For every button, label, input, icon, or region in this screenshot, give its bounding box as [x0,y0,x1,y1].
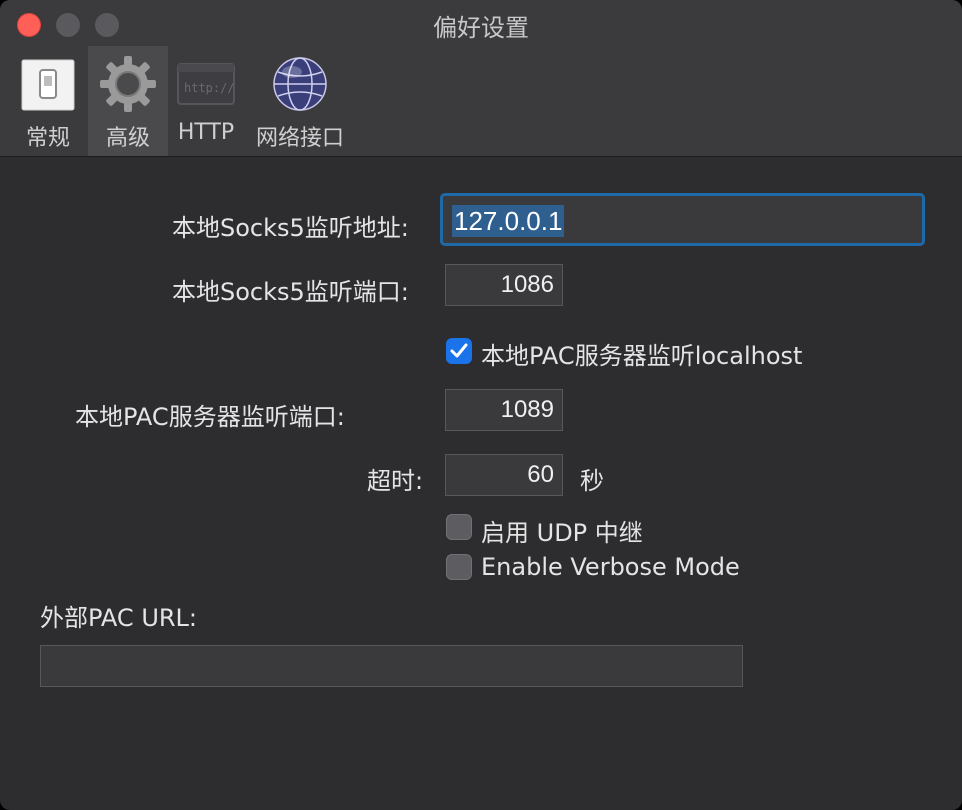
tab-general-label: 常规 [25,126,70,151]
verbose-mode-label: Enable Verbose Mode [481,553,740,581]
pac-port-label: 本地PAC服务器监听端口: [75,403,345,431]
socks5-address-label: 本地Socks5监听地址: [172,214,409,242]
preferences-window: 偏好设置 常规 高级 http:// HTTP 网络接口 本地Socks5监听地… [0,0,962,810]
window-title: 偏好设置 [433,14,529,42]
socks5-port-label: 本地Socks5监听端口: [172,278,409,306]
pac-port-field[interactable]: 1089 [445,389,563,431]
globe-icon [273,57,327,111]
udp-relay-label: 启用 UDP 中继 [481,519,643,547]
tab-general[interactable]: 常规 [12,46,84,156]
tab-advanced[interactable]: 高级 [88,46,168,156]
gear-icon [100,56,156,112]
http-icon: http:// [177,63,235,105]
svg-text:http://: http:// [184,81,235,95]
tab-http-label: HTTP [177,120,235,145]
tab-network-interface[interactable]: 网络接口 [250,46,350,156]
pac-url-field[interactable] [40,645,743,687]
timeout-label: 超时: [367,467,424,495]
tab-advanced-label: 高级 [105,126,150,151]
pac-localhost-label: 本地PAC服务器监听localhost [481,342,803,370]
tab-http[interactable]: http:// HTTP [172,46,240,156]
tab-network-label: 网络接口 [255,126,344,151]
checkmark-icon [450,343,468,358]
verbose-mode-checkbox[interactable] [446,554,472,580]
timeout-field[interactable]: 60 [445,454,563,496]
titlebar: 偏好设置 常规 高级 http:// HTTP 网络接口 [0,0,962,157]
udp-relay-checkbox[interactable] [446,514,472,540]
pac-localhost-checkbox[interactable] [446,338,472,364]
timeout-unit: 秒 [580,467,604,495]
socks5-port-field[interactable]: 1086 [445,264,563,306]
switch-icon [21,59,75,111]
socks5-address-value[interactable]: 127.0.0.1 [452,205,565,237]
pac-url-label: 外部PAC URL: [40,604,198,632]
